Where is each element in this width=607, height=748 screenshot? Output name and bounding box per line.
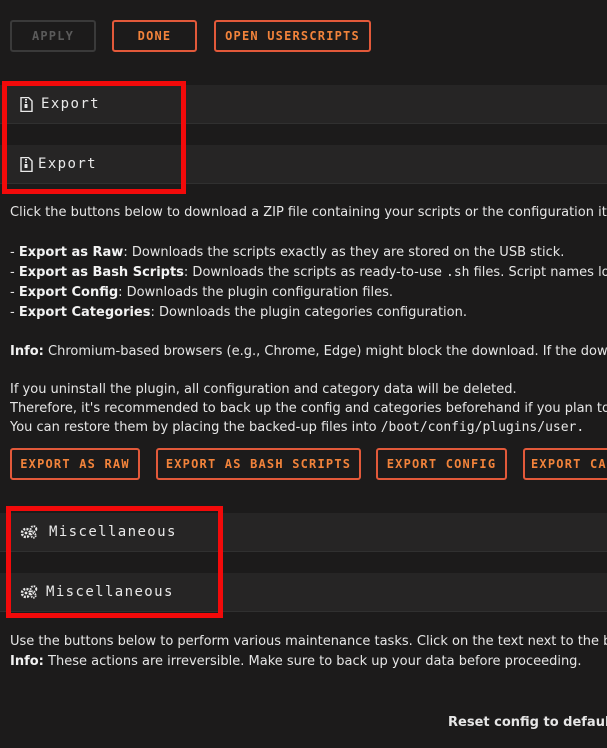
- info-label: Info:: [10, 344, 44, 359]
- uninstall-text-2: Therefore, it's recommended to back up t…: [10, 401, 607, 416]
- export-item-bash: - Export as Bash Scripts: Downloads the …: [10, 263, 607, 283]
- export-item-desc: : Downloads the scripts as ready-to-use: [183, 265, 446, 280]
- info-body: Chromium-based browsers (e.g., Chrome, E…: [43, 344, 607, 359]
- export-item-desc: : Downloads the plugin categories config…: [150, 305, 467, 320]
- export-as-raw-button[interactable]: EXPORT AS RAW: [10, 448, 140, 480]
- export-item-desc: : Downloads the plugin configuration fil…: [118, 285, 394, 300]
- info-label: Info:: [10, 654, 44, 669]
- open-userscripts-button[interactable]: OPEN USERSCRIPTS: [214, 20, 371, 52]
- export-item-term: Export as Raw: [18, 245, 124, 260]
- done-button[interactable]: DONE: [112, 20, 197, 52]
- misc-section-title: Miscellaneous: [49, 524, 177, 540]
- apply-button[interactable]: APPLY: [10, 20, 96, 52]
- export-item-raw: - Export as Raw: Downloads the scripts e…: [10, 245, 565, 260]
- uninstall-text-3: You can restore them by placing the back…: [10, 418, 607, 437]
- export-item-term: Export Config: [18, 285, 119, 300]
- export-item-term: Export as Bash Scripts: [18, 265, 184, 280]
- misc-info-text: Info: These actions are irreversible. Ma…: [10, 652, 607, 672]
- misc-section-header[interactable]: Miscellaneous: [0, 513, 607, 552]
- uninstall-text-3-body: You can restore them by placing the back…: [10, 420, 381, 435]
- export-item-code: .sh: [446, 265, 470, 280]
- export-section-title: Export: [41, 96, 100, 112]
- misc-intro-text: Use the buttons below to perform various…: [10, 634, 607, 649]
- export-intro-text: Click the buttons below to download a ZI…: [10, 205, 607, 220]
- info-body: These actions are irreversible. Make sur…: [43, 654, 582, 669]
- reset-config-label[interactable]: Reset config to default:: [448, 713, 607, 733]
- uninstall-text-1: If you uninstall the plugin, all configu…: [10, 382, 517, 397]
- misc-section-subtitle: Miscellaneous: [46, 584, 174, 600]
- export-config-button[interactable]: EXPORT CONFIG: [376, 448, 507, 480]
- export-section-header[interactable]: Export: [0, 85, 607, 124]
- gears-icon: [20, 525, 38, 539]
- export-item-desc-2: files. Script names long: [473, 265, 607, 280]
- export-item-config: - Export Config: Downloads the plugin co…: [10, 285, 394, 300]
- file-zip-icon: [20, 96, 33, 112]
- file-zip-icon: [20, 156, 33, 172]
- export-item-desc: : Downloads the scripts exactly as they …: [123, 245, 565, 260]
- export-section-subtitle: Export: [38, 156, 97, 172]
- export-info-text: Info: Chromium-based browsers (e.g., Chr…: [10, 342, 607, 362]
- misc-section-subheader[interactable]: Miscellaneous: [0, 573, 607, 612]
- export-item-term: Export Categories: [18, 305, 151, 320]
- export-categories-button[interactable]: EXPORT CA: [523, 448, 607, 480]
- gears-icon: [20, 585, 38, 599]
- export-item-categories: - Export Categories: Downloads the plugi…: [10, 305, 467, 320]
- plugin-path: /boot/config/plugins/user.: [380, 420, 585, 435]
- export-section-subheader[interactable]: Export: [0, 145, 607, 184]
- export-as-bash-scripts-button[interactable]: EXPORT AS BASH SCRIPTS: [156, 448, 361, 480]
